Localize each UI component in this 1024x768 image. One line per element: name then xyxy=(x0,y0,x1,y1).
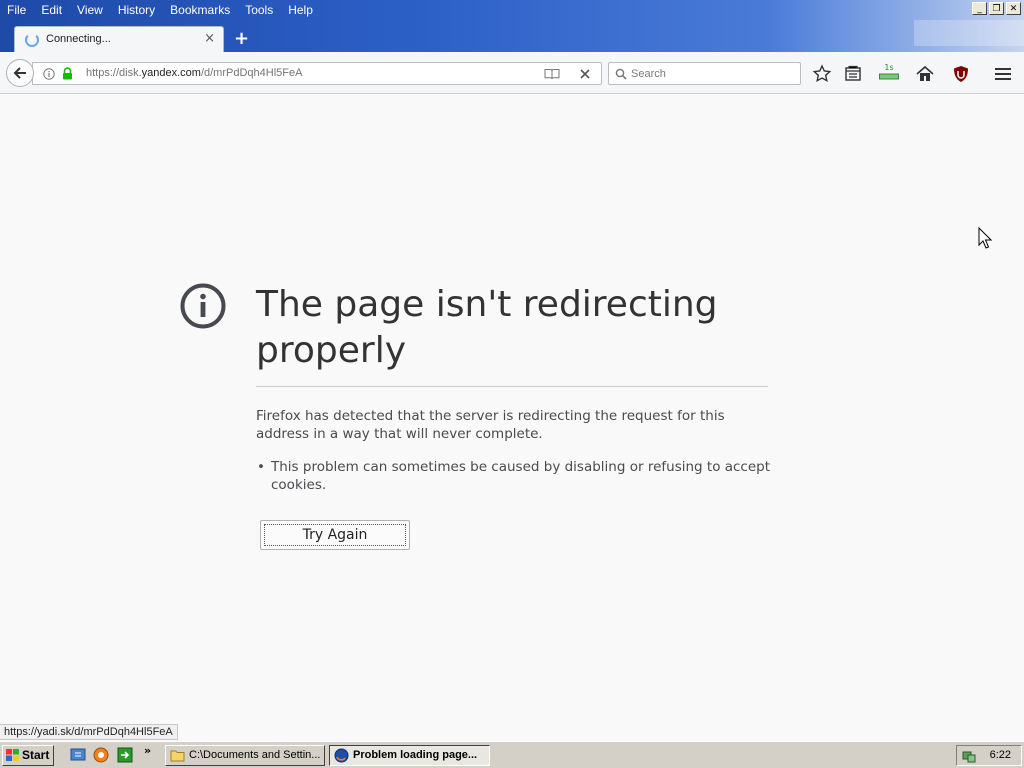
try-again-label: Try Again xyxy=(264,524,406,546)
menu-help[interactable]: Help xyxy=(281,0,321,20)
error-page: The page isn't redirecting properly Fire… xyxy=(0,94,1024,724)
restore-button[interactable]: ❐ xyxy=(989,2,1004,15)
menu-view[interactable]: View xyxy=(70,0,111,20)
green-arrow-icon[interactable] xyxy=(117,747,133,763)
info-circle-icon[interactable] xyxy=(43,68,55,80)
status-link-preview: https://yadi.sk/d/mrPdDqh4Hl5FeA xyxy=(0,724,178,740)
taskbar-explorer-label: C:\Documents and Settin... xyxy=(189,749,321,761)
taskbar-clock[interactable]: 6:22 xyxy=(990,746,1011,765)
bookmarks-library-icon[interactable] xyxy=(842,63,864,85)
search-input[interactable] xyxy=(631,65,791,82)
info-icon xyxy=(180,283,226,329)
menu-bookmarks[interactable]: Bookmarks xyxy=(163,0,238,20)
lock-icon[interactable] xyxy=(62,67,73,80)
navigation-toolbar: https://disk.yandex.com/d/mrPdDqh4Hl5FeA… xyxy=(0,52,1024,94)
error-suggestion: This problem can sometimes be caused by … xyxy=(256,458,771,494)
extension-badge: 1s xyxy=(884,63,894,72)
taskbar-explorer-button[interactable]: C:\Documents and Settin... xyxy=(165,745,325,766)
firefox-icon xyxy=(334,748,349,763)
bookmark-star-icon[interactable] xyxy=(811,63,833,85)
titlebar-highlight xyxy=(914,20,1024,46)
start-button[interactable]: Start xyxy=(2,745,54,766)
search-icon xyxy=(615,68,627,80)
url-prefix: https://disk. xyxy=(86,67,142,79)
back-arrow-icon xyxy=(13,67,26,79)
system-tray: 6:22 xyxy=(956,745,1022,766)
back-button[interactable] xyxy=(6,59,34,87)
new-tab-button[interactable]: + xyxy=(234,28,249,49)
folder-icon xyxy=(170,750,185,762)
url-path: /d/mrPdDqh4Hl5FeA xyxy=(200,67,303,79)
menu-edit[interactable]: Edit xyxy=(34,0,70,20)
loading-throbber-icon xyxy=(25,33,39,47)
ublock-shield-icon[interactable] xyxy=(950,63,972,85)
menu-bar: File Edit View History Bookmarks Tools H… xyxy=(0,0,321,20)
taskbar-firefox-label: Problem loading page... xyxy=(353,749,478,761)
extension-bar-icon xyxy=(879,73,899,80)
minimize-button[interactable]: _ xyxy=(972,2,987,15)
hamburger-menu-icon[interactable] xyxy=(992,63,1014,85)
taskbar: Start » C:\Documents and Settin... Probl… xyxy=(0,741,1024,768)
tab-close-icon[interactable]: × xyxy=(204,31,215,46)
title-bar: File Edit View History Bookmarks Tools H… xyxy=(0,0,1024,53)
window-controls: _ ❐ ✕ xyxy=(972,2,1021,15)
menu-tools[interactable]: Tools xyxy=(238,0,281,20)
title-divider xyxy=(256,386,768,387)
search-bar[interactable] xyxy=(608,62,801,85)
stop-loading-icon[interactable] xyxy=(580,69,590,79)
home-icon[interactable] xyxy=(914,63,936,85)
start-label: Start xyxy=(22,748,50,762)
error-description: Firefox has detected that the server is … xyxy=(256,408,725,442)
tab-connecting[interactable]: Connecting... × xyxy=(14,26,224,53)
extension-1s-button[interactable]: 1s xyxy=(878,63,900,85)
url-text[interactable]: https://disk.yandex.com/d/mrPdDqh4Hl5FeA xyxy=(86,67,302,79)
tab-title: Connecting... xyxy=(46,33,111,45)
error-title: The page isn't redirecting properly xyxy=(256,284,718,371)
network-tray-icon[interactable] xyxy=(962,749,976,763)
quicklaunch-more-button[interactable]: » xyxy=(144,744,151,757)
windows-logo-icon xyxy=(6,749,19,761)
try-again-button[interactable]: Try Again xyxy=(260,520,410,550)
browser-quicklaunch-icon[interactable] xyxy=(93,747,109,763)
show-desktop-icon[interactable] xyxy=(70,747,86,763)
menu-history[interactable]: History xyxy=(111,0,163,20)
error-suggestion-list: This problem can sometimes be caused by … xyxy=(256,458,771,494)
mouse-cursor-icon xyxy=(978,227,992,249)
url-bar[interactable]: https://disk.yandex.com/d/mrPdDqh4Hl5FeA xyxy=(32,62,602,85)
taskbar-firefox-button[interactable]: Problem loading page... xyxy=(329,745,490,766)
url-host: yandex.com xyxy=(141,67,201,79)
reader-view-icon[interactable] xyxy=(544,68,560,80)
menu-file[interactable]: File xyxy=(0,0,34,20)
close-window-button[interactable]: ✕ xyxy=(1006,2,1021,15)
